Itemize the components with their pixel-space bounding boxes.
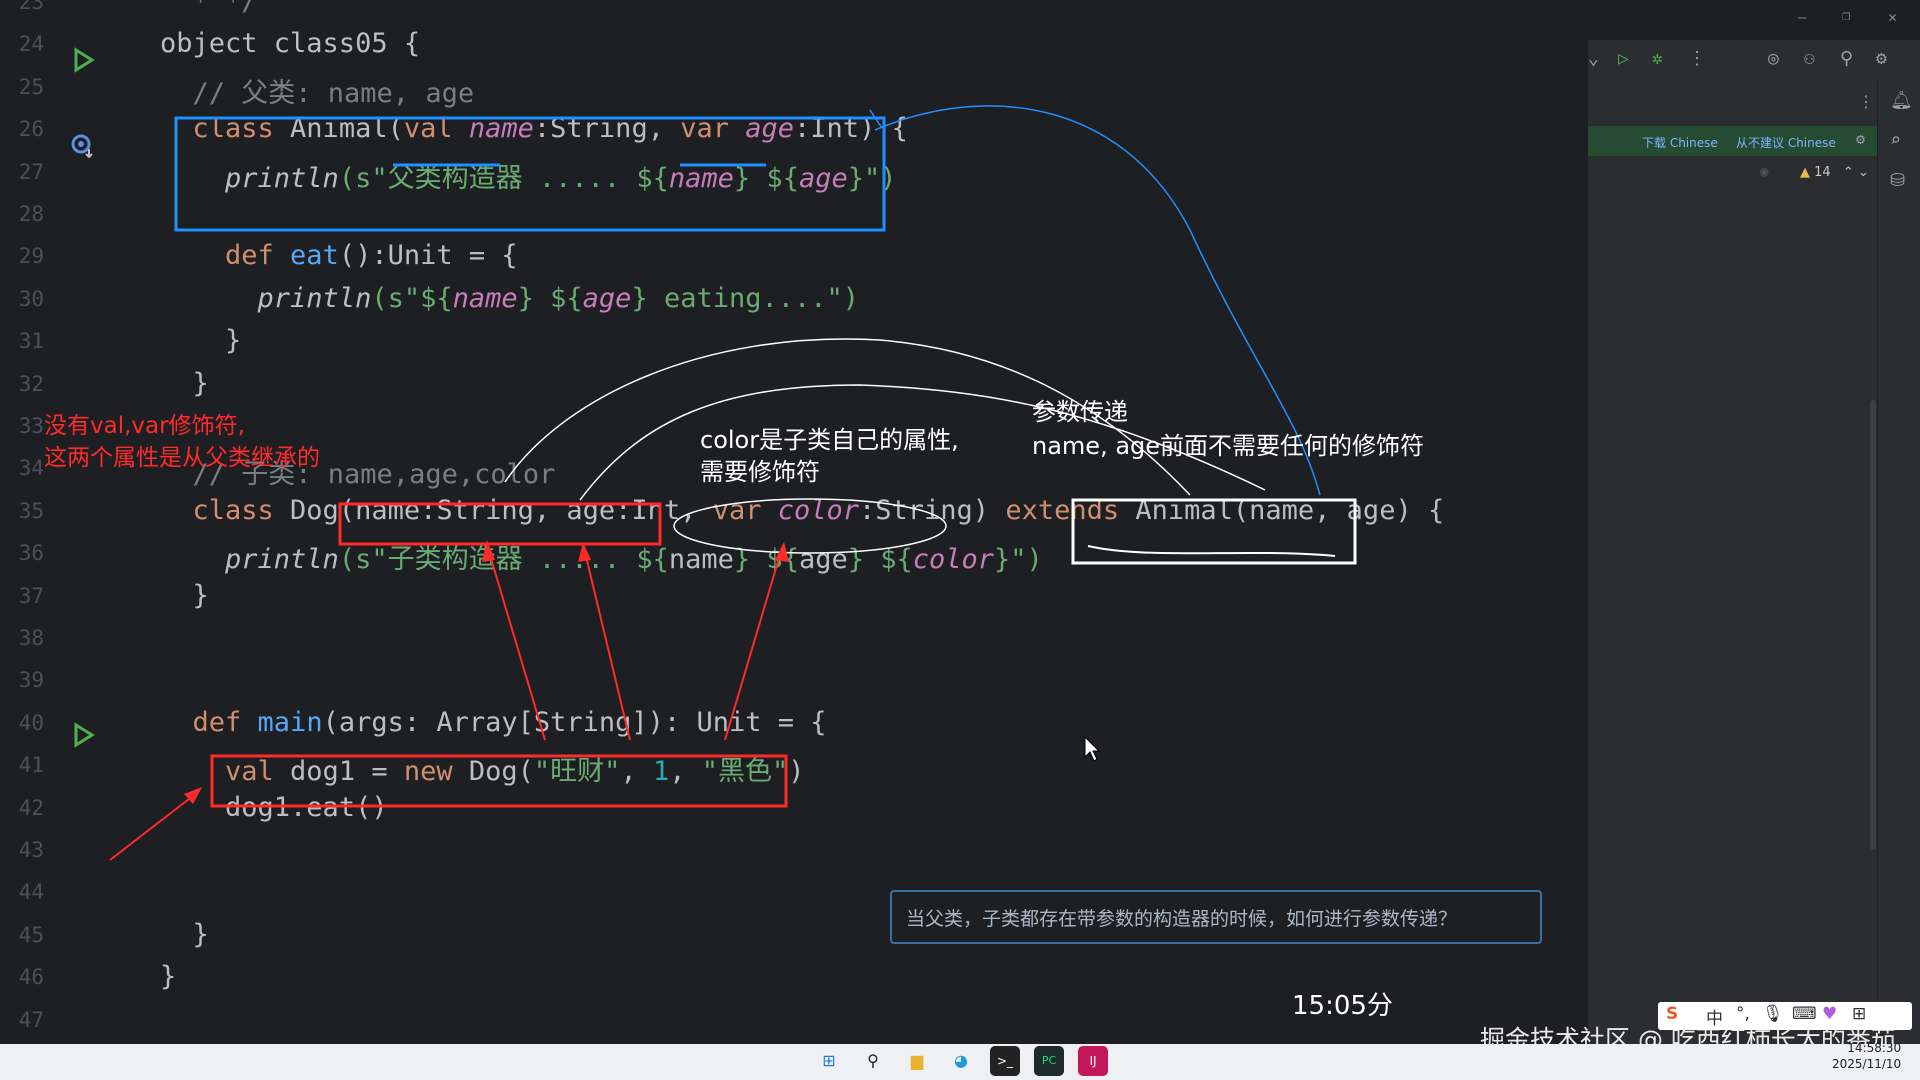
red-note-line1: 没有val,var修饰符, bbox=[44, 413, 245, 439]
debug-icon[interactable]: ✲ bbox=[1652, 48, 1663, 69]
terminal-icon[interactable]: >_ bbox=[990, 1046, 1020, 1076]
download-chinese-link[interactable]: 下载 Chinese bbox=[1642, 134, 1718, 151]
white-note-param-line1: 参数传递 bbox=[1032, 398, 1128, 426]
question-caption: 当父类，子类都存在带参数的构造器的时候，如何进行参数传递？ bbox=[890, 890, 1542, 944]
mouse-cursor bbox=[1084, 735, 1101, 762]
more-actions-icon[interactable]: ⋮ bbox=[1688, 48, 1706, 69]
eye-icon[interactable]: ◉ bbox=[1760, 164, 1768, 180]
ai-assistant-icon[interactable]: ◎ bbox=[1768, 48, 1779, 69]
taskbar-search-icon[interactable]: ⚲ bbox=[858, 1046, 888, 1076]
banner-settings-icon[interactable]: ⚙ bbox=[1856, 130, 1865, 148]
minimize-icon[interactable]: — bbox=[1798, 10, 1806, 26]
right-tool-strip: 🔔︎ ⌕ ⛁ bbox=[1877, 80, 1920, 1044]
warning-count: 14 bbox=[1814, 165, 1831, 180]
restore-icon[interactable]: ❐ bbox=[1842, 8, 1850, 24]
settings-icon[interactable]: ⚙ bbox=[1876, 48, 1887, 69]
edge-browser-icon[interactable]: ◕ bbox=[946, 1046, 976, 1076]
search-icon[interactable]: ⚲ bbox=[1840, 48, 1853, 69]
chevron-down-icon[interactable]: ⌄ bbox=[1588, 48, 1599, 69]
annotation-underline-call bbox=[1087, 545, 1336, 557]
file-explorer-icon[interactable]: ▆ bbox=[902, 1046, 932, 1076]
user-icon[interactable]: ⚇ bbox=[1804, 48, 1815, 69]
clock-date: 2025/11/10 bbox=[1832, 1057, 1902, 1071]
database-icon[interactable]: ⛁ bbox=[1890, 170, 1905, 191]
pycharm-icon[interactable]: PC bbox=[1034, 1046, 1064, 1076]
panel-menu-icon[interactable]: ⋮ bbox=[1858, 92, 1874, 111]
question-text: 当父类，子类都存在带参数的构造器的时候，如何进行参数传递？ bbox=[906, 908, 1458, 930]
window-title-bar: — ❐ ✕ bbox=[1588, 0, 1920, 40]
warning-icon: ▲ bbox=[1800, 165, 1810, 180]
prev-highlight-icon[interactable]: ⌃ bbox=[1843, 165, 1854, 180]
timestamp-label: 15:05分 bbox=[1292, 991, 1393, 1021]
white-note-color-line2: 需要修饰符 bbox=[700, 458, 820, 486]
next-highlight-icon[interactable]: ⌄ bbox=[1858, 165, 1869, 180]
close-icon[interactable]: ✕ bbox=[1888, 8, 1897, 26]
white-note-param-line2: name, age前面不需要任何的修饰符 bbox=[1032, 432, 1425, 460]
intellij-icon[interactable]: IJ bbox=[1078, 1046, 1108, 1076]
windows-start-icon[interactable]: ⊞ bbox=[814, 1046, 844, 1076]
annotation-box-animal bbox=[174, 116, 886, 232]
ai-chat-icon[interactable]: ⌕ bbox=[1890, 130, 1901, 151]
clock-time: 14:58:30 bbox=[1847, 1041, 1902, 1055]
annotation-box-dog1 bbox=[210, 754, 788, 808]
annotation-ellipse-color bbox=[673, 498, 947, 554]
run-button-icon[interactable]: ▷ bbox=[1618, 48, 1629, 69]
notifications-icon[interactable]: 🔔︎ bbox=[1890, 90, 1913, 111]
editor-scrollbar[interactable] bbox=[1870, 400, 1876, 850]
inspection-widget[interactable]: ▲ 14 ⌃ ⌄ bbox=[1800, 165, 1869, 180]
annotation-overlay bbox=[109, 105, 1357, 861]
white-note-color-line1: color是子类自己的属性, bbox=[700, 426, 959, 454]
annotation-box-dog-params bbox=[338, 502, 662, 546]
code-editor[interactable]: 23 * */24 object class05 {25 // 父类: name,… bbox=[0, 0, 1586, 1044]
red-note-line2: 这两个属性是从父类继承的 bbox=[44, 445, 320, 471]
dismiss-chinese-link[interactable]: 从不建议 Chinese bbox=[1736, 134, 1836, 151]
system-clock[interactable]: 14:58:30 2025/11/10 bbox=[1832, 1040, 1901, 1072]
